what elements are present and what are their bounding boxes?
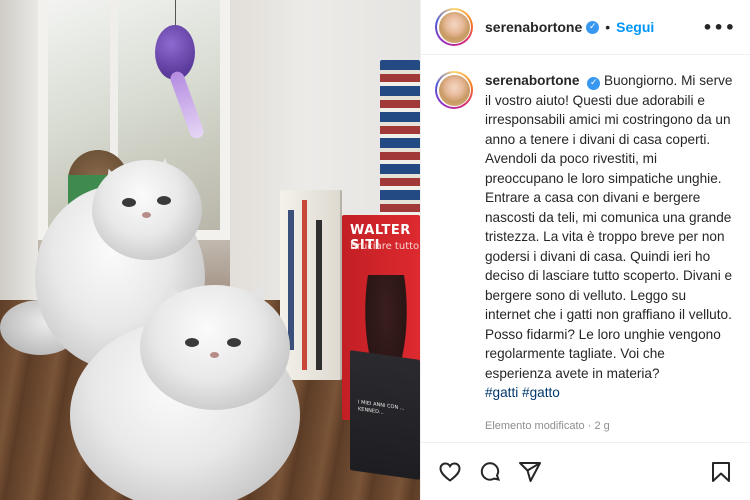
post-side-panel: serenabortone ✓ • Segui ••• serenaborton… xyxy=(420,0,750,500)
edited-meta: Elemento modificato · 2 g xyxy=(485,417,735,437)
meta-separator: · xyxy=(587,419,592,432)
header-separator: • xyxy=(605,19,611,35)
post-photo[interactable]: WALTER SITI Bruciare tutto I MIEI ANNI C… xyxy=(0,0,420,500)
story-ring[interactable] xyxy=(435,8,473,46)
hashtag-link[interactable]: #gatto xyxy=(522,385,560,400)
save-button[interactable] xyxy=(708,459,734,485)
hashtag-link[interactable]: #gatti xyxy=(485,385,518,400)
story-ring[interactable] xyxy=(435,71,473,109)
book-spine xyxy=(316,220,322,370)
book-dark-text: I MIEI ANNI CON ... KENNED... xyxy=(358,399,405,416)
verified-badge-icon: ✓ xyxy=(587,77,601,91)
cat-eye xyxy=(227,338,241,347)
book-stack: WALTER SITI Bruciare tutto I MIEI ANNI C… xyxy=(280,60,420,500)
book-shelf-stack xyxy=(380,60,420,220)
avatar[interactable] xyxy=(438,11,470,43)
caption-text: Buongiorno. Mi serve il vostro aiuto! Qu… xyxy=(485,73,733,381)
book-title: Bruciare tutto xyxy=(350,241,420,252)
avatar-frame xyxy=(437,73,471,107)
verified-badge-icon: ✓ xyxy=(586,20,600,34)
cat-nose xyxy=(142,212,151,218)
header-username[interactable]: serenabortone xyxy=(485,19,582,35)
caption-username[interactable]: serenabortone xyxy=(485,73,579,88)
post-header: serenabortone ✓ • Segui ••• xyxy=(421,0,750,55)
post-age[interactable]: 2 g xyxy=(594,420,609,432)
bookmark-icon xyxy=(712,461,730,482)
avatar[interactable] xyxy=(438,74,470,106)
share-button[interactable] xyxy=(517,459,543,485)
follow-button[interactable]: Segui xyxy=(616,19,654,35)
cat-eye xyxy=(185,338,199,347)
action-bar xyxy=(421,442,750,500)
book-dark-cover: I MIEI ANNI CON ... KENNED... xyxy=(350,350,420,480)
avatar-frame xyxy=(437,10,471,44)
cat-back-head xyxy=(92,160,202,260)
comment-icon xyxy=(480,461,501,481)
caption-area: serenabortone ✓ Buongiorno. Mi serve il … xyxy=(421,55,750,440)
comment-button[interactable] xyxy=(477,459,503,485)
send-icon xyxy=(519,461,541,482)
book-spine xyxy=(288,210,294,350)
door-frame xyxy=(0,0,38,320)
edited-label: Elemento modificato xyxy=(485,419,585,432)
heart-icon xyxy=(439,461,461,482)
cat-eye xyxy=(122,198,136,207)
toy-string xyxy=(175,0,176,27)
cat-eye xyxy=(157,196,171,205)
book-spine xyxy=(302,200,307,370)
caption: serenabortone ✓ Buongiorno. Mi serve il … xyxy=(485,71,735,440)
more-options-icon[interactable]: ••• xyxy=(702,18,736,37)
like-button[interactable] xyxy=(437,459,463,485)
cat-front-head xyxy=(140,285,290,410)
cat-nose xyxy=(210,352,219,358)
